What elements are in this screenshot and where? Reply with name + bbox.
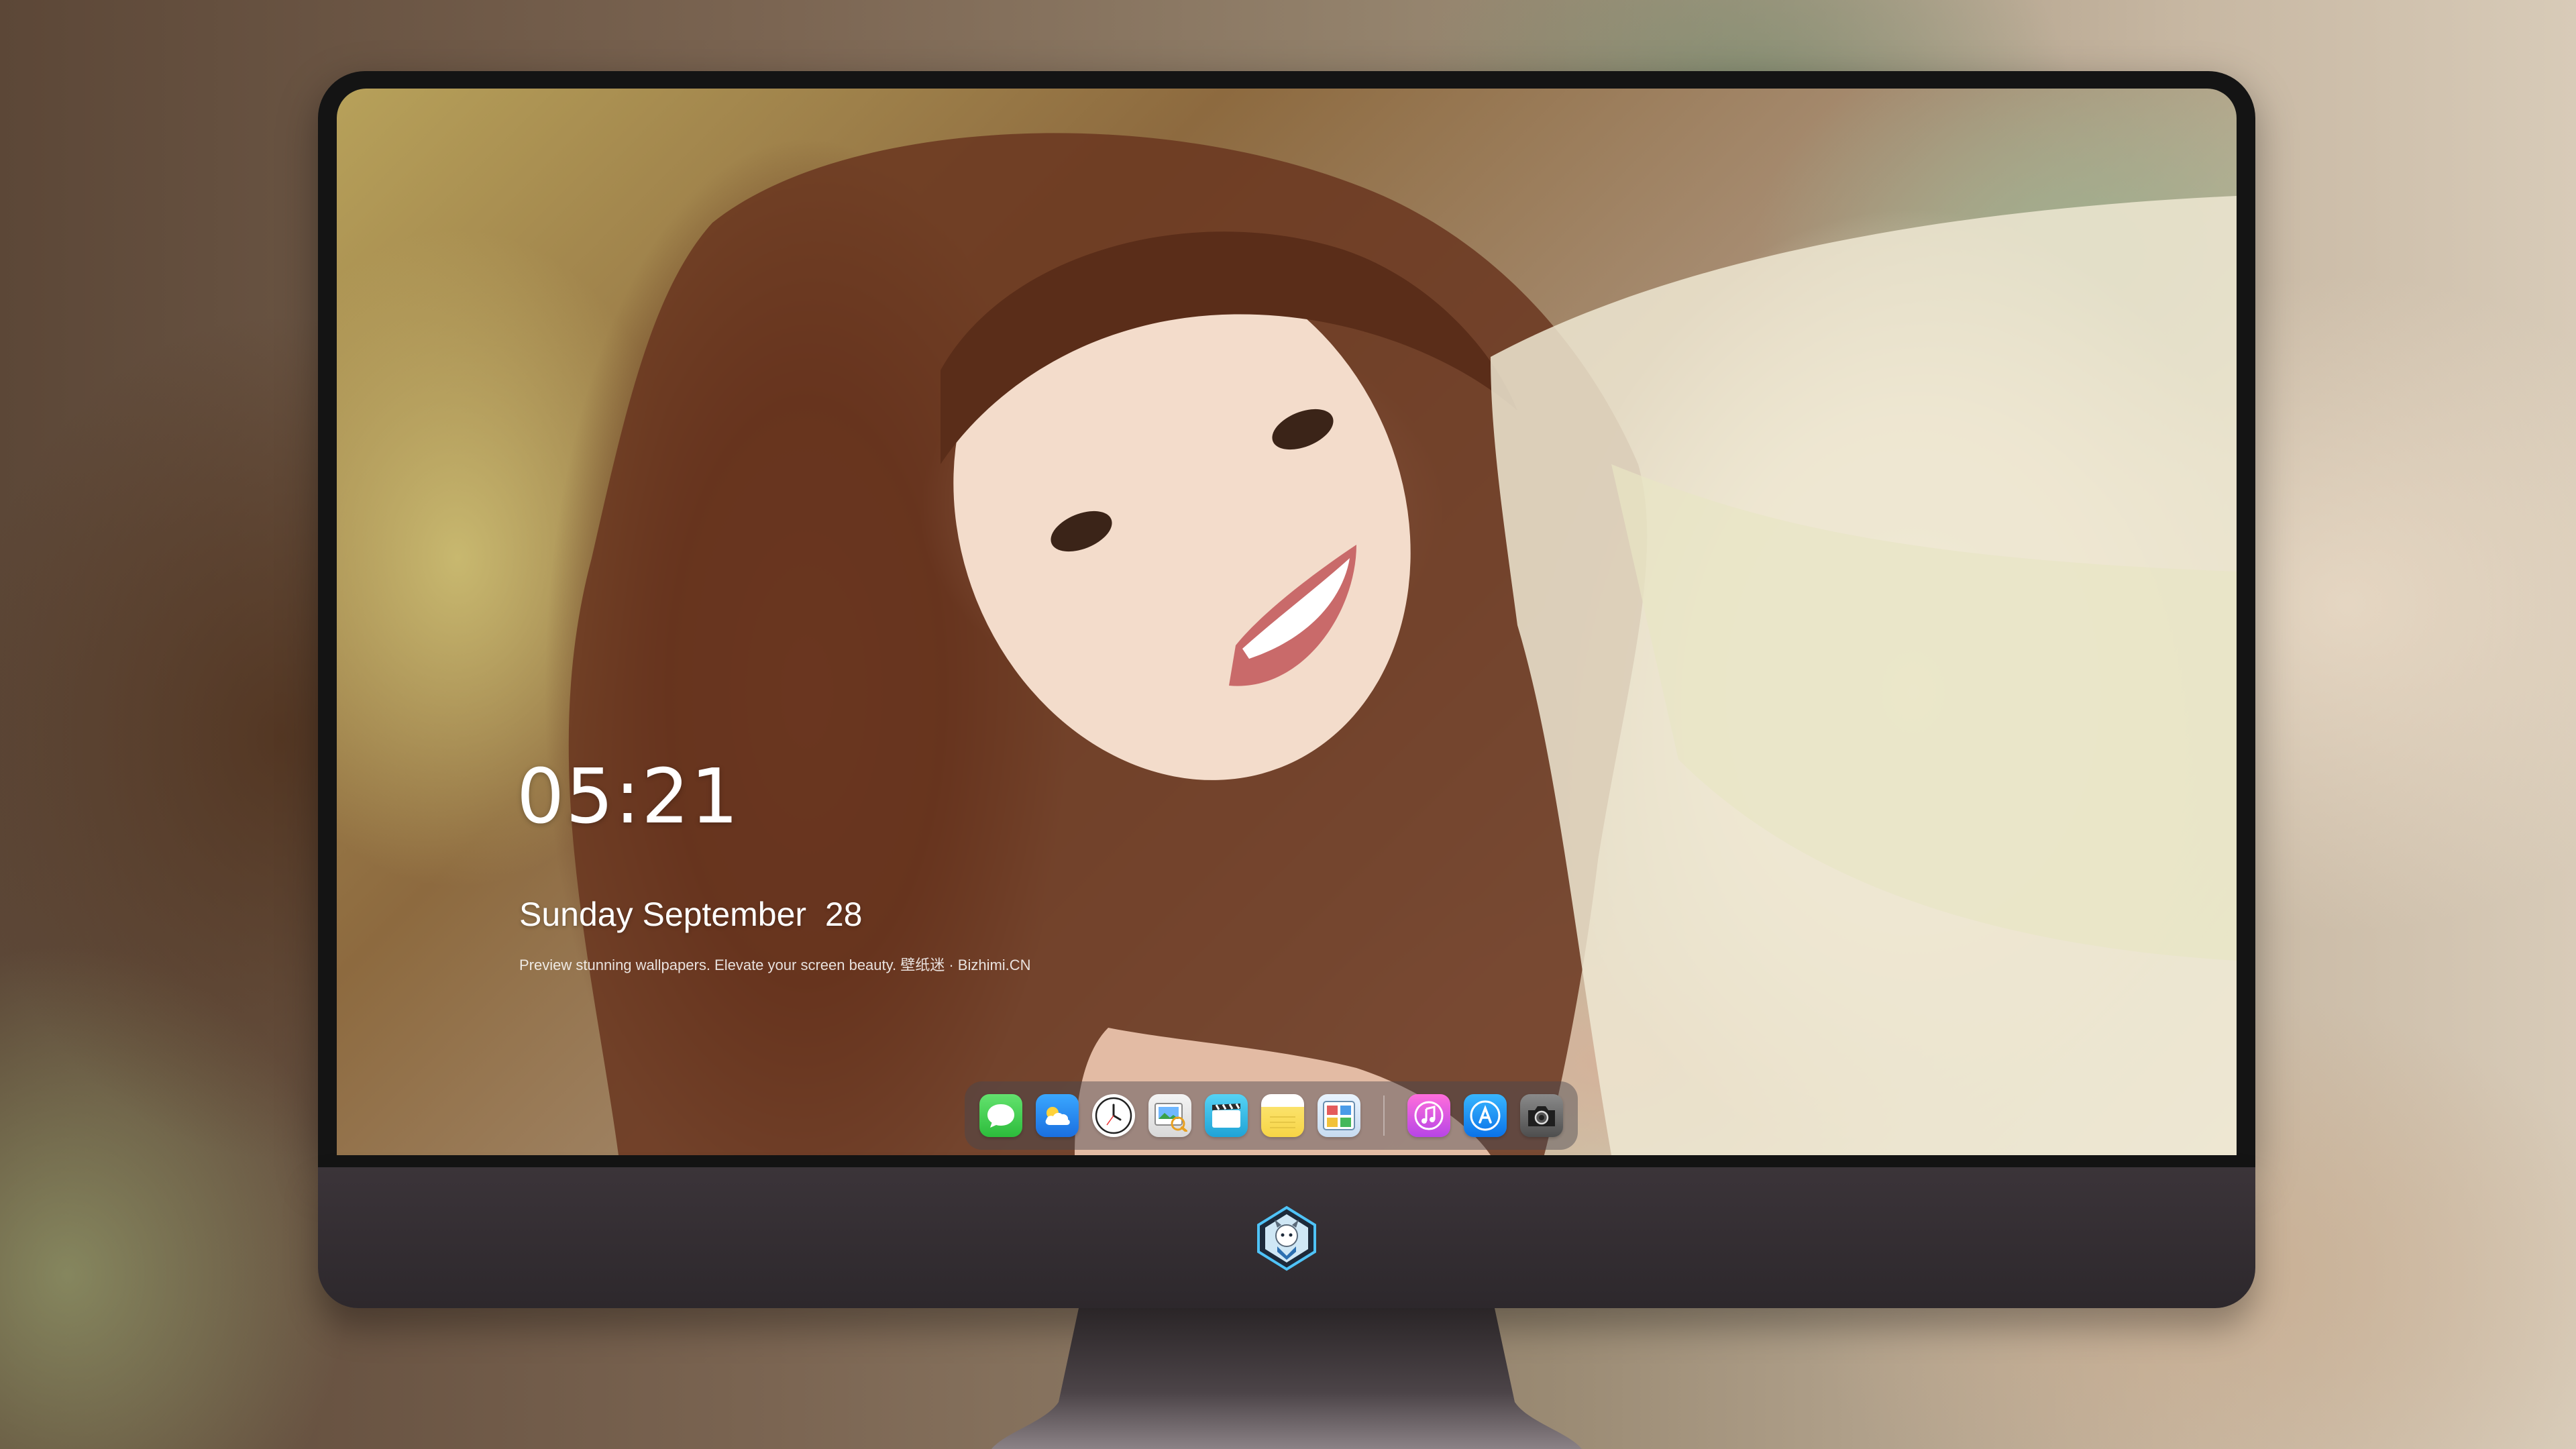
messages-icon[interactable] xyxy=(979,1094,1022,1137)
camera-icon[interactable] xyxy=(1520,1094,1563,1137)
notes-icon[interactable] xyxy=(1261,1094,1304,1137)
screen: 05:21 Sunday September 28 Preview stunni… xyxy=(337,89,2237,1155)
weather-icon[interactable] xyxy=(1036,1094,1079,1137)
wallpaper-photo xyxy=(568,133,2237,1155)
monitor-bezel: 05:21 Sunday September 28 Preview stunni… xyxy=(318,71,2255,1167)
monitor-stand xyxy=(991,1308,1582,1449)
music-icon[interactable] xyxy=(1407,1094,1450,1137)
dock xyxy=(965,1081,1578,1150)
brand-logo-icon xyxy=(1257,1205,1316,1271)
monitor: 05:21 Sunday September 28 Preview stunni… xyxy=(318,71,2255,1308)
app-store-icon[interactable] xyxy=(1464,1094,1507,1137)
photos-icon[interactable] xyxy=(1318,1094,1360,1137)
clock-icon[interactable] xyxy=(1092,1094,1135,1137)
video-editor-icon[interactable] xyxy=(1205,1094,1248,1137)
lock-time: 05:21 xyxy=(517,753,740,841)
preview-icon[interactable] xyxy=(1148,1094,1191,1137)
dock-separator xyxy=(1383,1095,1385,1136)
lock-tagline: Preview stunning wallpapers. Elevate you… xyxy=(519,957,1031,973)
lock-date: Sunday September 28 xyxy=(519,896,863,933)
